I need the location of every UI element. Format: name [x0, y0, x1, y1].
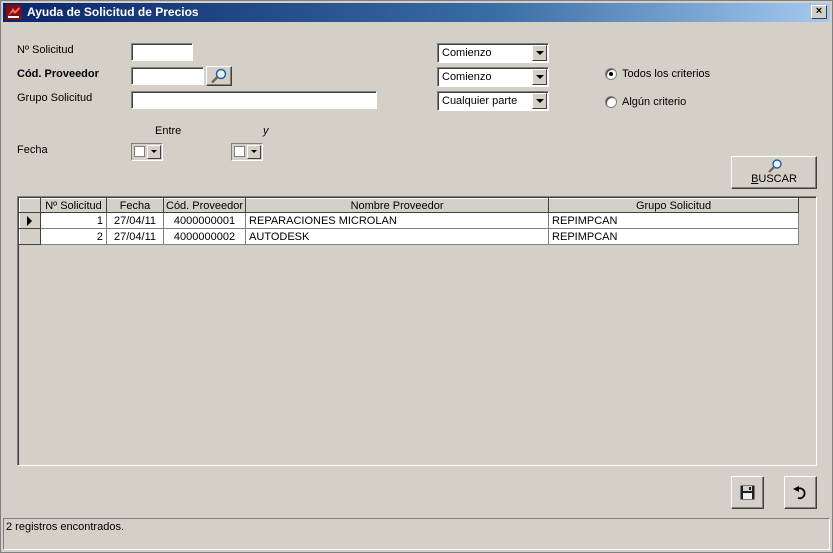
- table-row[interactable]: 1 27/04/11 4000000001 REPARACIONES MICRO…: [19, 212, 800, 229]
- title-bar[interactable]: Ayuda de Solicitud de Precios ×: [3, 3, 830, 22]
- save-button[interactable]: [731, 476, 764, 509]
- fecha-hasta-dropdown[interactable]: [247, 145, 261, 159]
- header-fecha[interactable]: Fecha: [106, 198, 164, 213]
- cell-grupo-solicitud[interactable]: REPIMPCAN: [548, 212, 800, 229]
- undo-arrow-icon: [793, 486, 806, 500]
- dialog-window: Ayuda de Solicitud de Precios × Nº Solic…: [0, 0, 833, 553]
- magnifier-icon: [768, 159, 782, 173]
- cod-proveedor-label: Cód. Proveedor: [17, 68, 99, 80]
- grupo-solicitud-label: Grupo Solicitud: [17, 92, 93, 104]
- grupo-solicitud-input[interactable]: [131, 91, 377, 109]
- cell-nombre-proveedor[interactable]: AUTODESK: [245, 228, 550, 245]
- fecha-desde-checkbox[interactable]: [134, 146, 145, 157]
- header-num-solicitud[interactable]: Nº Solicitud: [40, 198, 107, 213]
- num-solicitud-label: Nº Solicitud: [17, 44, 74, 56]
- header-nombre-proveedor[interactable]: Nombre Proveedor: [245, 198, 550, 213]
- undo-button[interactable]: [784, 476, 817, 509]
- grupo-solicitud-match-select[interactable]: Cualquier parte: [437, 91, 549, 111]
- row-indicator[interactable]: [19, 212, 41, 229]
- fecha-hasta-checkbox[interactable]: [234, 146, 245, 157]
- chevron-down-icon: [536, 75, 544, 79]
- row-indicator[interactable]: [19, 228, 41, 245]
- fecha-label: Fecha: [17, 144, 48, 156]
- cell-num-solicitud[interactable]: 2: [40, 228, 107, 245]
- grupo-solicitud-match-value: Cualquier parte: [442, 95, 518, 107]
- floppy-disk-icon: [740, 485, 755, 500]
- radio-todos-criterios[interactable]: [605, 68, 617, 80]
- radio-algun-criterio[interactable]: [605, 96, 617, 108]
- num-solicitud-match-value: Comienzo: [442, 47, 492, 59]
- cell-num-solicitud[interactable]: 1: [40, 212, 107, 229]
- radio-algun-criterio-label[interactable]: Algún criterio: [622, 96, 686, 108]
- cell-cod-proveedor[interactable]: 4000000002: [163, 228, 247, 245]
- magnifier-icon: [211, 68, 227, 84]
- dropdown-button[interactable]: [532, 69, 547, 85]
- search-proveedor-button[interactable]: [206, 66, 232, 86]
- chevron-down-icon: [536, 99, 544, 103]
- cell-cod-proveedor[interactable]: 4000000001: [163, 212, 247, 229]
- buscar-button[interactable]: BUSCAR: [731, 156, 817, 189]
- header-cod-proveedor[interactable]: Cód. Proveedor: [162, 198, 247, 213]
- cell-fecha[interactable]: 27/04/11: [106, 228, 164, 245]
- header-indicator: [19, 198, 41, 213]
- cod-proveedor-match-select[interactable]: Comienzo: [437, 67, 549, 87]
- app-icon: [6, 5, 22, 20]
- cod-proveedor-match-value: Comienzo: [442, 71, 492, 83]
- close-button[interactable]: ×: [811, 5, 827, 19]
- fecha-desde-dropdown[interactable]: [147, 145, 161, 159]
- entre-label: Entre: [155, 125, 182, 137]
- chevron-down-icon: [536, 51, 544, 55]
- fecha-hasta-picker[interactable]: [231, 143, 263, 161]
- dropdown-button[interactable]: [532, 45, 547, 61]
- cell-fecha[interactable]: 27/04/11: [106, 212, 164, 229]
- chevron-down-icon: [251, 150, 257, 153]
- close-icon: ×: [815, 5, 823, 17]
- radio-todos-criterios-label[interactable]: Todos los criterios: [622, 68, 710, 80]
- cod-proveedor-input[interactable]: [131, 67, 204, 85]
- window-title: Ayuda de Solicitud de Precios: [27, 5, 199, 19]
- current-row-arrow-icon: [27, 216, 32, 226]
- buscar-button-label: BUSCAR: [732, 173, 816, 185]
- num-solicitud-input[interactable]: [131, 43, 193, 61]
- table-header-row: Nº Solicitud Fecha Cód. Proveedor Nombre…: [19, 198, 800, 213]
- buscar-label-rest: USCAR: [758, 173, 797, 185]
- results-grid[interactable]: Nº Solicitud Fecha Cód. Proveedor Nombre…: [17, 196, 817, 466]
- num-solicitud-match-select[interactable]: Comienzo: [437, 43, 549, 63]
- header-grupo-solicitud[interactable]: Grupo Solicitud: [548, 198, 800, 213]
- fecha-desde-picker[interactable]: [131, 143, 163, 161]
- cell-grupo-solicitud[interactable]: REPIMPCAN: [548, 228, 800, 245]
- dropdown-button[interactable]: [532, 93, 547, 109]
- status-text: 2 registros encontrados.: [6, 521, 125, 533]
- chevron-down-icon: [151, 150, 157, 153]
- y-label: y: [263, 125, 269, 137]
- results-table: Nº Solicitud Fecha Cód. Proveedor Nombre…: [19, 198, 800, 245]
- cell-nombre-proveedor[interactable]: REPARACIONES MICROLAN: [245, 212, 550, 229]
- status-bar: 2 registros encontrados.: [3, 518, 830, 550]
- table-row[interactable]: 2 27/04/11 4000000002 AUTODESK REPIMPCAN: [19, 228, 800, 245]
